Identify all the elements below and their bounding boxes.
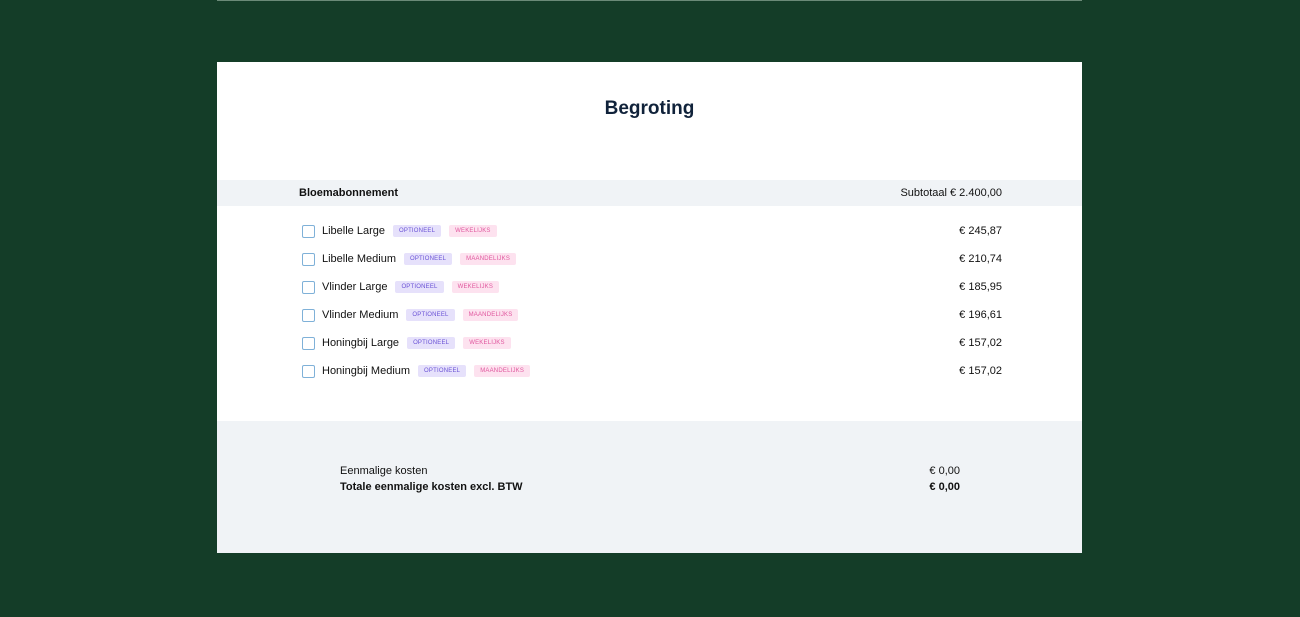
item-name: Vlinder Large [322,281,388,293]
item-price: € 157,02 [959,365,1002,377]
list-item: Vlinder Large OPTIONEEL WEKELIJKS € 185,… [217,273,1082,301]
top-divider [217,0,1082,1]
list-item: Libelle Large OPTIONEEL WEKELIJKS € 245,… [217,217,1082,245]
frequency-badge: MAANDELIJKS [462,309,519,321]
item-name: Libelle Large [322,225,385,237]
item-list: Libelle Large OPTIONEEL WEKELIJKS € 245,… [217,217,1082,385]
optional-badge: OPTIONEEL [407,337,456,349]
onetime-costs-value: € 0,00 [929,465,960,477]
optional-badge: OPTIONEEL [403,253,453,265]
item-name: Libelle Medium [322,253,396,265]
list-item: Honingbij Medium OPTIONEEL MAANDELIJKS €… [217,357,1082,385]
list-item: Libelle Medium OPTIONEEL MAANDELIJKS € 2… [217,245,1082,273]
cost-summary: Eenmalige kosten € 0,00 Totale eenmalige… [217,421,1082,553]
frequency-badge: MAANDELIJKS [460,253,517,265]
item-main: Libelle Large OPTIONEEL WEKELIJKS [322,217,505,245]
frequency-badge: WEKELIJKS [451,281,500,293]
item-price: € 210,74 [959,253,1002,265]
item-checkbox[interactable] [302,365,315,378]
item-main: Vlinder Large OPTIONEEL WEKELIJKS [322,273,507,301]
item-checkbox[interactable] [302,281,315,294]
optional-badge: OPTIONEEL [395,281,444,293]
optional-badge: OPTIONEEL [406,309,455,321]
list-item: Vlinder Medium OPTIONEEL MAANDELIJKS € 1… [217,301,1082,329]
item-main: Honingbij Large OPTIONEEL WEKELIJKS [322,329,519,357]
group-name: Bloemabonnement [299,187,399,199]
item-main: Honingbij Medium OPTIONEEL MAANDELIJKS [322,357,538,385]
frequency-badge: WEKELIJKS [463,337,511,349]
total-costs-label: Totale eenmalige kosten excl. BTW [340,481,523,493]
item-checkbox[interactable] [302,337,315,350]
list-item: Honingbij Large OPTIONEEL WEKELIJKS € 15… [217,329,1082,357]
item-main: Libelle Medium OPTIONEEL MAANDELIJKS [322,245,524,273]
item-checkbox[interactable] [302,225,315,238]
group-subtotal: Subtotaal € 2.400,00 [900,187,1002,199]
item-price: € 157,02 [959,337,1002,349]
item-price: € 185,95 [959,281,1002,293]
item-name: Honingbij Medium [322,365,411,377]
item-main: Vlinder Medium OPTIONEEL MAANDELIJKS [322,301,526,329]
optional-badge: OPTIONEEL [393,225,442,237]
frequency-badge: MAANDELIJKS [474,365,531,377]
optional-badge: OPTIONEEL [418,365,467,377]
item-checkbox[interactable] [302,309,315,322]
onetime-costs-label: Eenmalige kosten [340,465,428,477]
item-name: Honingbij Large [322,337,400,349]
page-title: Begroting [604,98,695,119]
item-checkbox[interactable] [302,253,315,266]
item-name: Vlinder Medium [322,309,399,321]
total-costs-value: € 0,00 [929,481,960,493]
item-price: € 196,61 [959,309,1002,321]
frequency-badge: WEKELIJKS [449,225,497,237]
item-price: € 245,87 [959,225,1002,237]
group-header: Bloemabonnement Subtotaal € 2.400,00 [217,180,1082,206]
budget-card: Begroting Bloemabonnement Subtotaal € 2.… [217,62,1082,553]
